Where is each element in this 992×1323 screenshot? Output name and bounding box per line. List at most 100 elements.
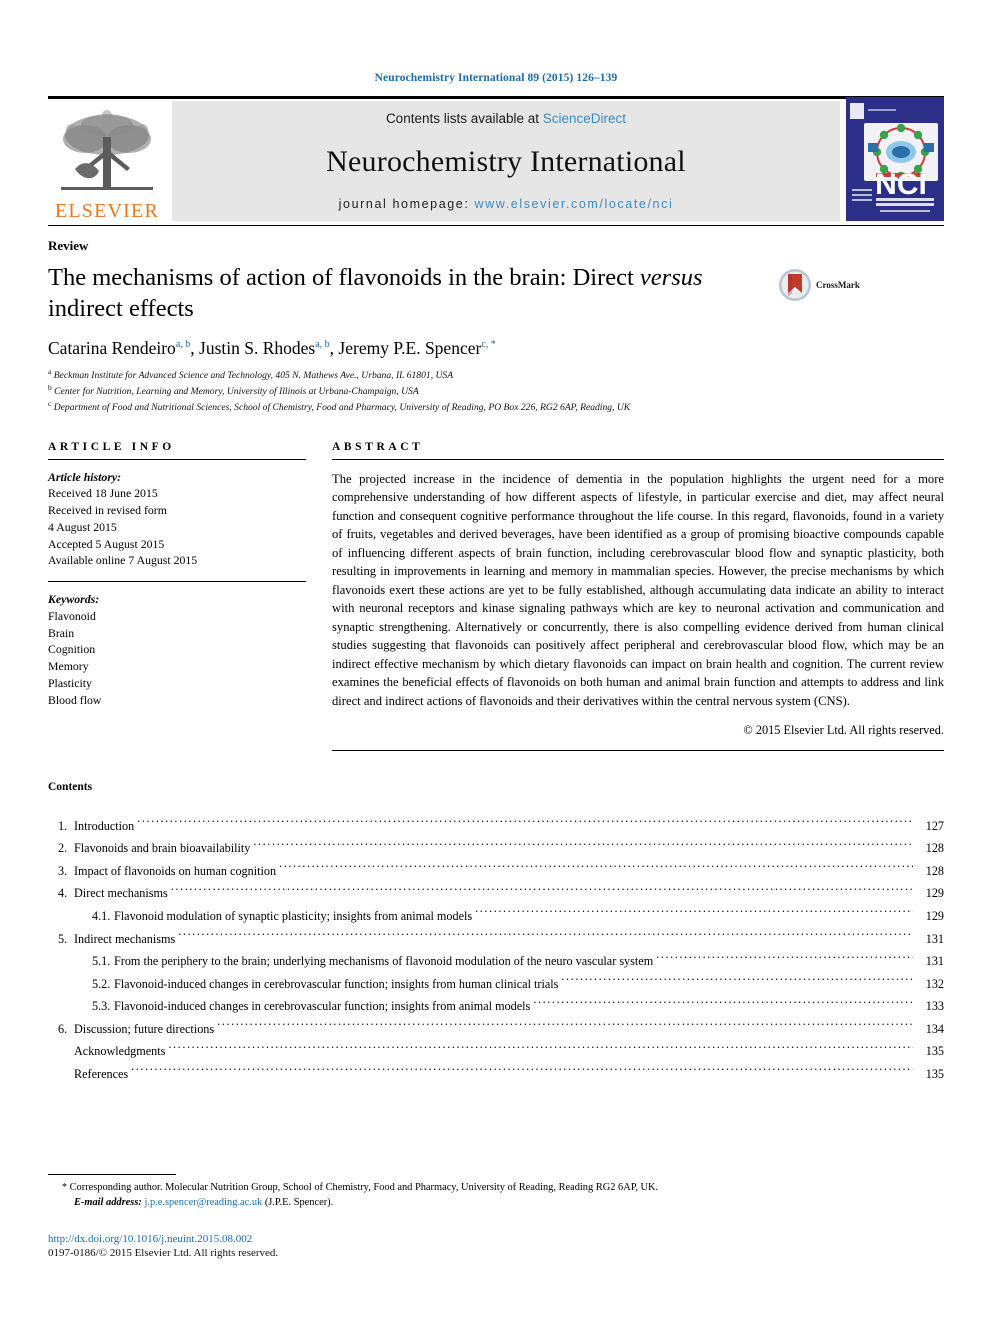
toc-page-number: 134 [925,1021,944,1036]
author-name: Jeremy P.E. Spencer [338,338,482,359]
toc-page-number: 132 [925,976,944,991]
title-part-1: The mechanisms of action of flavonoids i… [48,264,640,291]
affiliation-text: Center for Nutrition, Learning and Memor… [54,386,419,398]
toc-entry[interactable]: 4. Direct mechanisms 129 [48,882,944,905]
page-title: The mechanisms of action of flavonoids i… [48,262,778,324]
info-abstract-section: ARTICLE INFO Article history: Received 1… [48,441,944,751]
sciencedirect-link[interactable]: ScienceDirect [543,111,626,126]
keyword-item: Flavonoid [48,608,96,623]
toc-label: Introduction [74,818,135,833]
toc-entry[interactable]: 5.1. From the periphery to the brain; un… [48,950,944,973]
author-list: Catarina Rendeiroa, b, Justin S. Rhodesa… [48,338,944,359]
journal-homepage-link[interactable]: www.elsevier.com/locate/nci [475,197,674,211]
toc-entry[interactable]: 4.1. Flavonoid modulation of synaptic pl… [48,905,944,928]
toc-label: From the periphery to the brain; underly… [114,954,654,969]
toc-number: 6. [58,1021,68,1036]
toc-entry[interactable]: References 135 [48,1063,944,1086]
article-history-item: 4 August 2015 [48,519,117,534]
toc-page-number: 133 [925,999,944,1014]
email-link[interactable]: j.p.e.spencer@reading.ac.uk [144,1197,262,1208]
article-history-block: Article history: Received 18 June 2015 R… [48,469,306,570]
affiliation-text: Beckman Institute for Advanced Science a… [53,370,454,382]
affiliation-mark: b [48,383,52,393]
crossmark-badge[interactable]: CrossMark [778,262,860,302]
author-separator: , [190,338,200,359]
keyword-item: Plasticity [48,675,92,690]
abstract-heading: ABSTRACT [332,440,424,453]
toc-number: 5. [58,931,68,946]
svg-text:NCI: NCI [875,168,927,201]
toc-entry[interactable]: 5.3. Flavonoid-induced changes in cerebr… [48,995,944,1018]
article-info-rule [48,458,306,460]
keyword-item: Blood flow [48,692,102,707]
elsevier-logo: ELSEVIER [48,99,166,223]
article-first-page: Neurochemistry International 89 (2015) 1… [0,0,992,1323]
table-of-contents: 1. Introduction 127 2. Flavonoids and br… [48,815,944,1086]
doi-link[interactable]: http://dx.doi.org/10.1016/j.neuint.2015.… [48,1233,944,1245]
toc-entry[interactable]: 5.2. Flavonoid-induced changes in cerebr… [48,973,944,996]
toc-page-number: 135 [925,1066,944,1081]
page-footer: * Corresponding author. Molecular Nutrit… [48,1173,944,1259]
toc-label: Impact of flavonoids on human cognition [74,863,277,878]
article-history-item: Available online 7 August 2015 [48,553,198,568]
email-label: E-mail address: [74,1197,142,1209]
toc-number: 1. [58,818,68,833]
article-history-label: Article history: [48,469,122,484]
article-history-item: Received 18 June 2015 [48,486,158,501]
author-name: Catarina Rendeiro [48,338,176,359]
keywords-label: Keywords: [48,592,100,607]
toc-leader-dots [131,1066,913,1078]
elsevier-tree-icon [61,110,153,190]
toc-page-number: 129 [925,886,944,901]
toc-entry[interactable]: 5. Indirect mechanisms 131 [48,928,944,951]
issn-copyright: 0197-0186/© 2015 Elsevier Ltd. All right… [48,1247,279,1259]
corresponding-author-marker: * [62,1181,67,1193]
email-note: E-mail address: j.p.e.spencer@reading.ac… [74,1195,944,1211]
journal-homepage-line: journal homepage: www.elsevier.com/locat… [339,197,674,211]
toc-leader-dots [656,953,913,965]
toc-number: 5.2. [92,976,111,991]
toc-number: 2. [58,841,68,856]
title-italic-word: versus [639,264,703,291]
toc-number: 5.3. [92,999,111,1014]
crossmark-icon [779,269,811,301]
toc-leader-dots [279,863,913,875]
running-head: Neurochemistry International 89 (2015) 1… [374,72,618,84]
toc-page-number: 128 [925,863,944,878]
author-name: Justin S. Rhodes [199,338,316,359]
journal-homepage-label: journal homepage: [338,197,475,211]
elsevier-wordmark: ELSEVIER [54,200,160,222]
affiliation-item: c Department of Food and Nutritional Sci… [48,399,944,415]
author-affiliation-marks: a, b [175,339,191,351]
affiliation-item: a Beckman Institute for Advanced Science… [48,367,944,383]
toc-entry[interactable]: 2. Flavonoids and brain bioavailability … [48,837,944,860]
corresponding-author-text: Corresponding author. Molecular Nutritio… [69,1181,659,1193]
footnote-rule [48,1173,176,1175]
author-affiliation-marks: a, b [315,339,330,351]
toc-entry[interactable]: 6. Discussion; future directions 134 [48,1018,944,1041]
journal-title: Neurochemistry International [326,144,686,178]
corresponding-author-note: * Corresponding author. Molecular Nutrit… [62,1180,944,1196]
toc-leader-dots [561,975,913,987]
abstract-copyright: © 2015 Elsevier Ltd. All rights reserved… [743,722,944,737]
abstract-column: ABSTRACT The projected increase in the i… [332,441,944,751]
affiliation-text: Department of Food and Nutritional Scien… [53,402,631,413]
masthead-bottom-rule [48,225,944,226]
toc-entry[interactable]: 3. Impact of flavonoids on human cogniti… [48,860,944,883]
journal-masthead: ELSEVIER Contents lists available at Sci… [48,96,944,223]
keyword-item: Cognition [48,642,96,657]
toc-leader-dots [217,1021,913,1033]
article-history-item: Received in revised form [48,503,167,518]
affiliation-list: a Beckman Institute for Advanced Science… [48,367,944,414]
abstract-rule [332,458,944,460]
toc-leader-dots [533,998,913,1010]
toc-label: Acknowledgments [74,1044,166,1059]
toc-entry[interactable]: 1. Introduction 127 [48,815,944,838]
toc-label: Flavonoid-induced changes in cerebrovasc… [114,999,531,1014]
toc-leader-dots [168,1043,913,1055]
toc-entry[interactable]: Acknowledgments 135 [48,1040,944,1063]
toc-label: Flavonoid modulation of synaptic plastic… [114,908,473,923]
toc-page-number: 127 [925,818,944,833]
toc-leader-dots [137,818,913,830]
keyword-item: Memory [48,659,89,674]
